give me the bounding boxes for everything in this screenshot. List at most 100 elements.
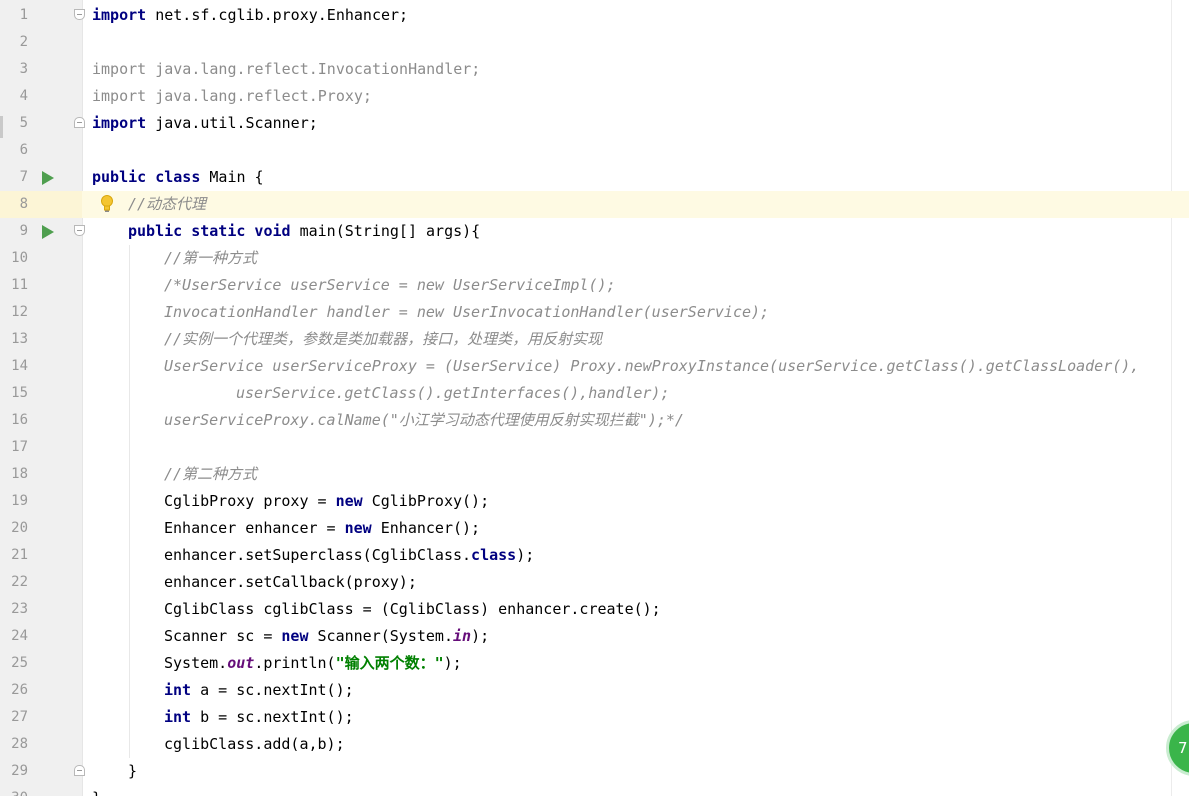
line-number[interactable]: 30 (0, 785, 28, 796)
code-line[interactable]: 11 /*UserService userService = new UserSe… (0, 272, 1189, 299)
code-editor[interactable]: 1 import net.sf.cglib.proxy.Enhancer; 2 3 im… (0, 0, 1189, 796)
code-line[interactable]: 1 import net.sf.cglib.proxy.Enhancer; (0, 2, 1189, 29)
line-number[interactable]: 22 (0, 569, 28, 596)
line-number[interactable]: 16 (0, 407, 28, 434)
code-line[interactable]: 9 public static void main(String[] args){ (0, 218, 1189, 245)
code-text[interactable]: CglibClass cglibClass = (CglibClass) enh… (164, 596, 661, 623)
lightbulb-icon[interactable] (98, 193, 116, 215)
line-number[interactable]: 19 (0, 488, 28, 515)
code-line[interactable]: 8 //动态代理 (0, 191, 1189, 218)
code-line[interactable]: 30} (0, 785, 1189, 796)
line-number[interactable]: 28 (0, 731, 28, 758)
line-number[interactable]: 5 (0, 110, 28, 137)
code-line[interactable]: 5 import java.util.Scanner; (0, 110, 1189, 137)
code-line[interactable]: 13 //实例一个代理类，参数是类加载器，接口，处理类，用反射实现 (0, 326, 1189, 353)
code-text[interactable]: public static void main(String[] args){ (128, 218, 480, 245)
code-line[interactable]: 3 import java.lang.reflect.InvocationHand… (0, 56, 1189, 83)
code-text[interactable]: userServiceProxy.calName("小江学习动态代理使用反射实现… (164, 407, 684, 434)
code-line[interactable]: 20 Enhancer enhancer = new Enhancer(); (0, 515, 1189, 542)
code-text[interactable]: /*UserService userService = new UserServ… (164, 272, 616, 299)
code-text[interactable]: Enhancer enhancer = new Enhancer(); (164, 515, 480, 542)
line-number[interactable]: 12 (0, 299, 28, 326)
code-line[interactable]: 6 (0, 137, 1189, 164)
line-number[interactable]: 1 (0, 2, 28, 29)
line-number[interactable]: 3 (0, 56, 28, 83)
code-line[interactable]: 16 userServiceProxy.calName("小江学习动态代理使用反射… (0, 407, 1189, 434)
line-number[interactable]: 24 (0, 623, 28, 650)
code-line[interactable]: 14 UserService userServiceProxy = (UserSe… (0, 353, 1189, 380)
code-text[interactable]: //动态代理 (128, 191, 206, 218)
code-text[interactable]: //实例一个代理类，参数是类加载器，接口，处理类，用反射实现 (164, 326, 602, 353)
code-line[interactable]: 4 import java.lang.reflect.Proxy; (0, 83, 1189, 110)
code-text[interactable]: } (92, 785, 101, 796)
code-text[interactable]: int b = sc.nextInt(); (164, 704, 354, 731)
code-line[interactable]: 25 System.out.println("输入两个数："); (0, 650, 1189, 677)
line-number[interactable]: 7 (0, 164, 28, 191)
line-number[interactable]: 17 (0, 434, 28, 461)
fold-open-icon[interactable] (74, 9, 85, 20)
code-text[interactable]: enhancer.setCallback(proxy); (164, 569, 417, 596)
code-text[interactable]: CglibProxy proxy = new CglibProxy(); (164, 488, 489, 515)
code-line[interactable]: 24 Scanner sc = new Scanner(System.in); (0, 623, 1189, 650)
code-line[interactable]: 22 enhancer.setCallback(proxy); (0, 569, 1189, 596)
run-gutter-icon[interactable] (42, 225, 54, 239)
code-text[interactable]: public class Main { (92, 164, 264, 191)
code-line[interactable]: 21 enhancer.setSuperclass(CglibClass.clas… (0, 542, 1189, 569)
code-line[interactable]: 23 CglibClass cglibClass = (CglibClass) e… (0, 596, 1189, 623)
code-line[interactable]: 15 userService.getClass().getInterfaces()… (0, 380, 1189, 407)
line-number[interactable]: 20 (0, 515, 28, 542)
code-text[interactable]: UserService userServiceProxy = (UserServ… (164, 353, 1139, 380)
code-text[interactable]: Scanner sc = new Scanner(System.in); (164, 623, 489, 650)
code-line[interactable]: 10 //第一种方式 (0, 245, 1189, 272)
fold-close-icon[interactable] (74, 117, 85, 128)
code-line[interactable]: 18 //第二种方式 (0, 461, 1189, 488)
line-number[interactable]: 18 (0, 461, 28, 488)
code-line[interactable]: 19 CglibProxy proxy = new CglibProxy(); (0, 488, 1189, 515)
code-text[interactable]: import net.sf.cglib.proxy.Enhancer; (92, 2, 408, 29)
code-token: import (92, 6, 147, 24)
code-token: CglibClass cglibClass = (CglibClass) enh… (164, 600, 661, 618)
code-line[interactable]: 28 cglibClass.add(a,b); (0, 731, 1189, 758)
code-line[interactable]: 7 public class Main { (0, 164, 1189, 191)
line-number[interactable]: 14 (0, 353, 28, 380)
code-text[interactable]: //第二种方式 (164, 461, 257, 488)
code-line[interactable]: 12 InvocationHandler handler = new UserIn… (0, 299, 1189, 326)
line-number[interactable]: 21 (0, 542, 28, 569)
code-text[interactable]: import java.lang.reflect.Proxy; (92, 83, 372, 110)
line-number[interactable]: 26 (0, 677, 28, 704)
code-token: import java.lang.reflect.InvocationHandl… (92, 60, 481, 78)
code-text[interactable]: import java.util.Scanner; (92, 110, 318, 137)
code-line[interactable]: 17 (0, 434, 1189, 461)
line-number[interactable]: 10 (0, 245, 28, 272)
code-token: out (227, 654, 255, 672)
line-number[interactable]: 6 (0, 137, 28, 164)
line-number[interactable]: 27 (0, 704, 28, 731)
line-number[interactable]: 29 (0, 758, 28, 785)
code-text[interactable]: //第一种方式 (164, 245, 257, 272)
code-text[interactable]: cglibClass.add(a,b); (164, 731, 345, 758)
code-text[interactable]: int a = sc.nextInt(); (164, 677, 354, 704)
line-number[interactable]: 11 (0, 272, 28, 299)
code-token: ); (516, 546, 535, 564)
line-number[interactable]: 2 (0, 29, 28, 56)
fold-open-icon[interactable] (74, 225, 85, 236)
line-number[interactable]: 15 (0, 380, 28, 407)
code-line[interactable]: 27 int b = sc.nextInt(); (0, 704, 1189, 731)
code-text[interactable]: } (128, 758, 137, 785)
code-text[interactable]: userService.getClass().getInterfaces(),h… (236, 380, 669, 407)
code-line[interactable]: 26 int a = sc.nextInt(); (0, 677, 1189, 704)
line-number[interactable]: 25 (0, 650, 28, 677)
line-number[interactable]: 13 (0, 326, 28, 353)
code-text[interactable]: InvocationHandler handler = new UserInvo… (164, 299, 769, 326)
fold-close-icon[interactable] (74, 765, 85, 776)
line-number[interactable]: 4 (0, 83, 28, 110)
code-text[interactable]: import java.lang.reflect.InvocationHandl… (92, 56, 480, 83)
code-text[interactable]: enhancer.setSuperclass(CglibClass.class)… (164, 542, 534, 569)
code-line[interactable]: 29} (0, 758, 1189, 785)
line-number[interactable]: 23 (0, 596, 28, 623)
code-line[interactable]: 2 (0, 29, 1189, 56)
run-gutter-icon[interactable] (42, 171, 54, 185)
code-text[interactable]: System.out.println("输入两个数："); (164, 650, 462, 677)
line-number[interactable]: 8 (0, 191, 28, 218)
line-number[interactable]: 9 (0, 218, 28, 245)
